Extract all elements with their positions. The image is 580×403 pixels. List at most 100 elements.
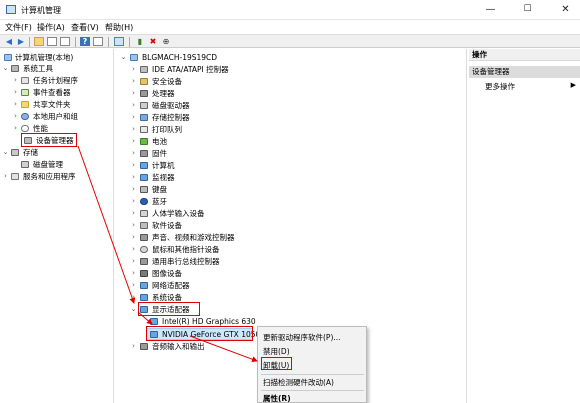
mouse-icon — [140, 246, 148, 253]
scan-hardware-icon[interactable] — [114, 37, 124, 46]
window-title: 计算机管理 — [21, 6, 61, 15]
storage-controller-icon — [140, 114, 148, 121]
firmware-icon — [140, 150, 148, 157]
expand-icon[interactable]: › — [130, 172, 137, 183]
sound-icon — [140, 234, 148, 241]
expand-icon[interactable]: › — [130, 292, 137, 303]
expand-icon[interactable]: › — [130, 232, 137, 243]
speaker-icon — [140, 343, 148, 350]
menu-update-driver[interactable]: 更新驱动程序软件(P)... — [263, 332, 341, 343]
expand-icon[interactable]: › — [130, 220, 137, 231]
back-icon[interactable]: ◀ — [4, 37, 14, 46]
computer-management-icon — [6, 5, 16, 14]
monitor-icon — [140, 174, 148, 181]
ide-controller-icon — [140, 66, 148, 73]
users-icon — [21, 113, 29, 120]
expand-icon[interactable]: › — [130, 64, 137, 75]
tools-icon — [11, 65, 19, 72]
up-folder-icon[interactable] — [34, 37, 44, 46]
printer-icon — [140, 126, 148, 133]
expand-icon[interactable]: › — [130, 112, 137, 123]
more-actions-link[interactable]: 更多操作 — [485, 81, 515, 92]
hid-icon — [140, 210, 148, 217]
device-manager-highlight — [21, 133, 77, 147]
expand-icon[interactable]: › — [130, 256, 137, 267]
expand-icon[interactable]: › — [130, 124, 137, 135]
processor-icon — [140, 90, 148, 97]
expand-icon[interactable]: › — [2, 171, 9, 182]
display-adapters-highlight — [138, 302, 200, 316]
expand-icon[interactable]: › — [12, 87, 19, 98]
minimize-button[interactable]: — — [477, 0, 504, 20]
menu-help[interactable]: 帮助(H) — [105, 22, 133, 33]
expand-icon[interactable]: › — [12, 123, 19, 134]
expand-icon[interactable]: › — [130, 280, 137, 291]
services-icon — [11, 173, 19, 180]
expand-icon[interactable]: › — [130, 100, 137, 111]
menu-view[interactable]: 查看(V) — [71, 22, 99, 33]
display-adapter-icon — [150, 318, 158, 325]
expand-icon[interactable]: › — [12, 99, 19, 110]
computer-management-icon — [4, 54, 12, 61]
camera-icon — [140, 270, 148, 277]
network-adapter-icon — [140, 282, 148, 289]
expand-icon[interactable]: › — [130, 136, 137, 147]
expand-icon[interactable]: › — [130, 76, 137, 87]
actions-section-device-manager[interactable]: 设备管理器 — [469, 66, 580, 78]
expand-icon[interactable]: › — [130, 196, 137, 207]
collapse-icon[interactable]: ⌄ — [2, 147, 9, 158]
menu-scan-hardware[interactable]: 扫描检测硬件改动(A) — [263, 377, 334, 388]
navigation-tree: 计算机管理(本地) ⌄ 系统工具 › 任务计划程序 › 事件查看器 › 共享文件… — [0, 49, 114, 403]
expand-icon[interactable]: › — [130, 268, 137, 279]
actions-pane: 操作 设备管理器 更多操作 ▶ — [469, 49, 580, 403]
expand-icon[interactable]: › — [130, 244, 137, 255]
show-hide-tree-icon[interactable] — [47, 37, 57, 46]
computer-icon — [140, 162, 148, 169]
collapse-icon[interactable]: ⌄ — [2, 63, 9, 74]
shared-folder-icon — [21, 101, 29, 108]
menu-separator — [261, 390, 364, 391]
properties-icon[interactable] — [60, 37, 70, 46]
disable-icon[interactable]: ⊕ — [161, 37, 171, 46]
expand-icon[interactable]: › — [130, 160, 137, 171]
battery-icon — [140, 138, 148, 145]
expand-icon[interactable]: › — [12, 111, 19, 122]
security-device-icon — [140, 78, 148, 85]
nvidia-highlight — [146, 326, 253, 341]
event-viewer-icon — [21, 89, 29, 96]
forward-icon[interactable]: ▶ — [16, 37, 26, 46]
expand-icon[interactable]: › — [130, 148, 137, 159]
system-device-icon — [140, 294, 148, 301]
uninstall-icon[interactable]: ✖ — [148, 37, 158, 46]
uninstall-highlight — [261, 357, 292, 370]
menu-file[interactable]: 文件(F) — [5, 22, 32, 33]
storage-icon — [11, 149, 19, 156]
software-device-icon — [140, 222, 148, 229]
help-topics-icon[interactable] — [93, 37, 103, 46]
performance-icon — [21, 125, 29, 132]
menu-separator — [261, 374, 364, 375]
expand-icon[interactable]: › — [12, 75, 19, 86]
menu-properties[interactable]: 属性(R) — [263, 393, 291, 403]
expand-icon[interactable]: › — [130, 184, 137, 195]
more-actions-arrow-icon[interactable]: ▶ — [571, 81, 576, 89]
usb-icon — [140, 258, 148, 265]
toolbar: ◀ ▶ ? ▮ ✖ ⊕ — [0, 34, 580, 48]
title-bar: 计算机管理 — ☐ ✕ — [0, 0, 580, 20]
menu-disable[interactable]: 禁用(D) — [263, 346, 290, 357]
help-icon[interactable]: ? — [80, 37, 90, 46]
close-button[interactable]: ✕ — [552, 0, 579, 20]
collapse-icon[interactable]: ⌄ — [120, 52, 127, 63]
bluetooth-icon — [140, 198, 148, 205]
update-driver-icon[interactable]: ▮ — [135, 37, 145, 46]
clock-icon — [21, 77, 29, 84]
menu-action[interactable]: 操作(A) — [37, 22, 65, 33]
actions-header: 操作 — [469, 49, 580, 61]
maximize-button[interactable]: ☐ — [514, 0, 541, 20]
expand-icon[interactable]: › — [130, 208, 137, 219]
collapse-icon[interactable]: ⌄ — [130, 304, 137, 315]
context-menu: 更新驱动程序软件(P)... 禁用(D) 卸载(U) 扫描检测硬件改动(A) 属… — [257, 326, 367, 403]
expand-icon[interactable]: › — [130, 341, 137, 352]
disk-icon — [21, 161, 29, 168]
expand-icon[interactable]: › — [130, 88, 137, 99]
